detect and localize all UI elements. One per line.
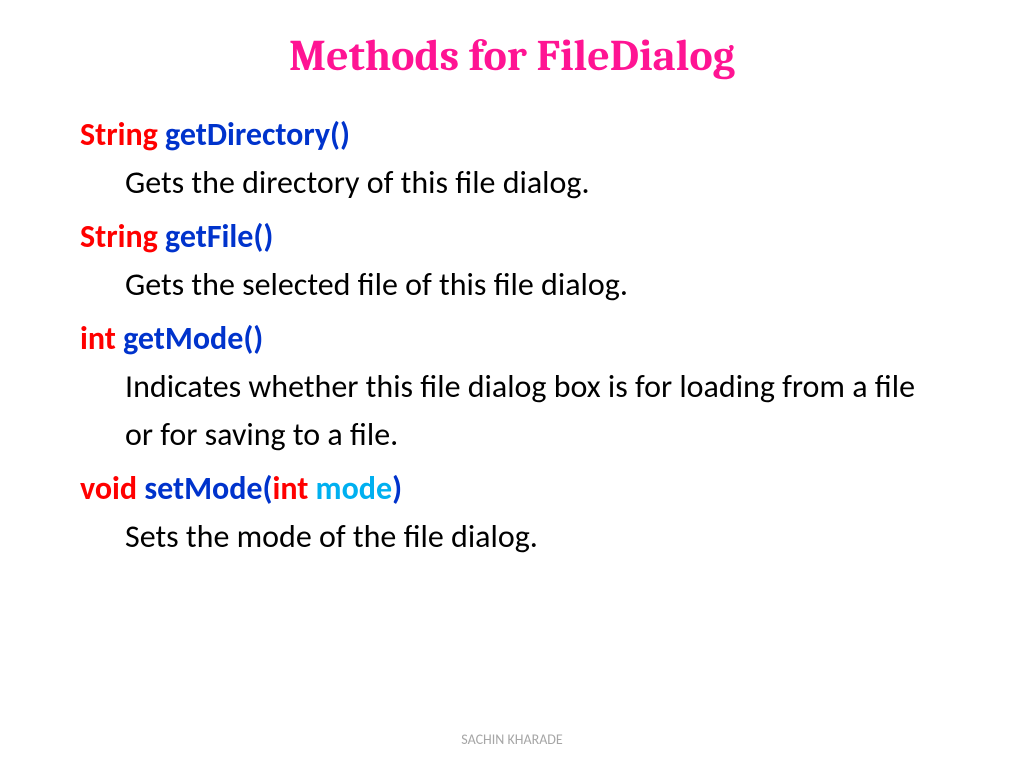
return-type: String bbox=[80, 115, 158, 154]
method-name-suffix: ) bbox=[392, 469, 402, 508]
method-name: getFile() bbox=[165, 217, 273, 256]
slide-title: Methods for FileDialog bbox=[80, 30, 944, 81]
return-type: void bbox=[80, 469, 137, 508]
method-name: getDirectory() bbox=[165, 115, 350, 154]
param-name: mode bbox=[308, 469, 392, 508]
method-description: Gets the directory of this file dialog. bbox=[80, 159, 944, 207]
footer-author: SACHIN KHARADE bbox=[0, 731, 1024, 748]
return-type: String bbox=[80, 217, 158, 256]
method-description: Sets the mode of the file dialog. bbox=[80, 513, 944, 561]
method-description: Indicates whether this file dialog box i… bbox=[80, 363, 944, 459]
method-signature-getdirectory: String getDirectory() bbox=[80, 111, 944, 159]
param-type: int bbox=[272, 469, 308, 508]
method-description: Gets the selected file of this file dial… bbox=[80, 261, 944, 309]
return-type: int bbox=[80, 319, 116, 358]
method-signature-setmode: void setMode(int mode) bbox=[80, 465, 944, 513]
method-signature-getfile: String getFile() bbox=[80, 213, 944, 261]
method-signature-getmode: int getMode() bbox=[80, 315, 944, 363]
method-name: getMode() bbox=[123, 319, 263, 358]
slide-content: String getDirectory() Gets the directory… bbox=[80, 111, 944, 561]
method-name-prefix: setMode( bbox=[144, 469, 272, 508]
